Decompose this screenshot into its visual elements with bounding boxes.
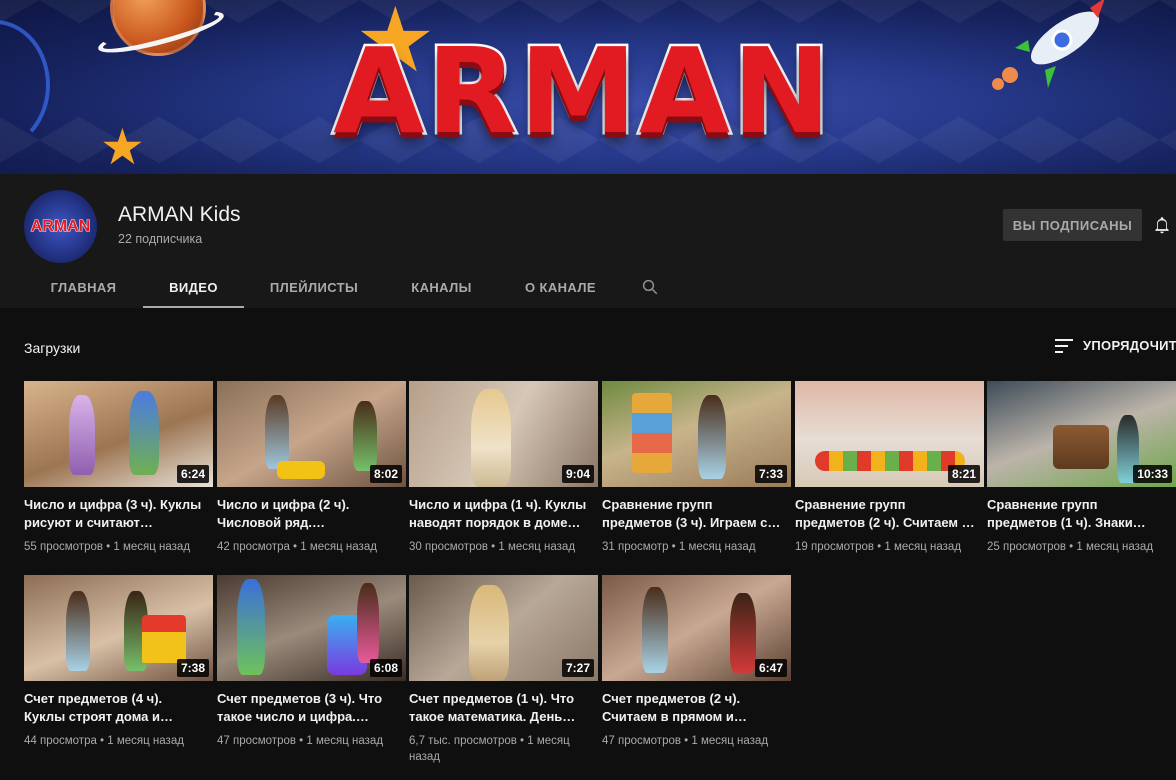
- video-thumbnail[interactable]: 7:33: [602, 381, 791, 487]
- video-meta: 42 просмотра • 1 месяц назад: [217, 541, 377, 553]
- video-duration: 6:24: [176, 465, 209, 483]
- tab-home[interactable]: ГЛАВНАЯ: [24, 266, 143, 308]
- video-card[interactable]: 7:38 Счет предметов (4 ч). Куклы строят …: [24, 575, 213, 749]
- bell-icon[interactable]: [1152, 214, 1172, 236]
- video-title[interactable]: Число и цифра (2 ч). Числовой ряд.…: [217, 496, 399, 532]
- video-title[interactable]: Счет предметов (2 ч). Считаем в прямом и…: [602, 690, 784, 726]
- video-card[interactable]: 6:08 Счет предметов (3 ч). Что такое чис…: [217, 575, 406, 749]
- video-title[interactable]: Счет предметов (4 ч). Куклы строят дома …: [24, 690, 206, 726]
- star-icon: ★: [100, 119, 145, 174]
- rocket-icon: [992, 0, 1105, 90]
- channel-header: ARMAN ARMAN Kids 22 подписчика ВЫ ПОДПИС…: [0, 174, 1176, 308]
- tab-videos[interactable]: ВИДЕО: [143, 266, 244, 308]
- tab-playlists[interactable]: ПЛЕЙЛИСТЫ: [244, 266, 384, 308]
- video-meta: 55 просмотров • 1 месяц назад: [24, 541, 191, 553]
- subscriber-count: 22 подписчика: [118, 232, 203, 246]
- avatar-text: ARMAN: [30, 217, 91, 235]
- video-duration: 9:04: [561, 465, 594, 483]
- video-card[interactable]: 9:04 Число и цифра (1 ч). Куклы наводят …: [409, 381, 598, 555]
- video-duration: 10:33: [1133, 465, 1172, 483]
- video-title[interactable]: Сравнение групп предметов (2 ч). Считаем…: [795, 496, 977, 532]
- video-thumbnail[interactable]: 10:33: [987, 381, 1176, 487]
- channel-banner: ★ ★ ARMAN: [0, 0, 1176, 174]
- video-title[interactable]: Счет предметов (1 ч). Что такое математи…: [409, 690, 591, 726]
- channel-search-button[interactable]: [622, 266, 678, 308]
- video-meta: 31 просмотр • 1 месяц назад: [602, 541, 756, 553]
- tab-about[interactable]: О КАНАЛЕ: [499, 266, 622, 308]
- video-duration: 6:47: [754, 659, 787, 677]
- video-card[interactable]: 10:33 Сравнение групп предметов (1 ч). З…: [987, 381, 1176, 555]
- search-icon: [642, 279, 658, 295]
- sort-icon: [1055, 338, 1073, 353]
- video-meta: 25 просмотров • 1 месяц назад: [987, 541, 1154, 553]
- tab-channels[interactable]: КАНАЛЫ: [384, 266, 499, 308]
- uploads-title: Загрузки: [24, 340, 81, 356]
- video-card[interactable]: 7:27 Счет предметов (1 ч). Что такое мат…: [409, 575, 598, 765]
- banner-title: ARMAN: [331, 22, 834, 160]
- video-meta: 30 просмотров • 1 месяц назад: [409, 541, 576, 553]
- channel-tabs: ГЛАВНАЯ ВИДЕО ПЛЕЙЛИСТЫ КАНАЛЫ О КАНАЛЕ: [24, 266, 678, 308]
- sort-button[interactable]: УПОРЯДОЧИТЬ: [1055, 338, 1176, 353]
- video-thumbnail[interactable]: 9:04: [409, 381, 598, 487]
- video-meta: 6,7 тыс. просмотров • 1 месяц назад: [409, 735, 570, 763]
- video-meta: 44 просмотра • 1 месяц назад: [24, 735, 184, 747]
- video-card[interactable]: 6:47 Счет предметов (2 ч). Считаем в пря…: [602, 575, 791, 749]
- video-thumbnail[interactable]: 6:08: [217, 575, 406, 681]
- video-duration: 7:33: [754, 465, 787, 483]
- video-card[interactable]: 6:24 Число и цифра (3 ч). Куклы рисуют и…: [24, 381, 213, 555]
- video-title[interactable]: Число и цифра (1 ч). Куклы наводят поряд…: [409, 496, 591, 532]
- video-thumbnail[interactable]: 7:38: [24, 575, 213, 681]
- video-card[interactable]: 8:21 Сравнение групп предметов (2 ч). Сч…: [795, 381, 984, 555]
- video-duration: 7:27: [561, 659, 594, 677]
- video-duration: 7:38: [176, 659, 209, 677]
- video-thumbnail[interactable]: 8:21: [795, 381, 984, 487]
- video-card[interactable]: 8:02 Число и цифра (2 ч). Числовой ряд.……: [217, 381, 406, 555]
- video-duration: 8:02: [369, 465, 402, 483]
- video-title[interactable]: Сравнение групп предметов (3 ч). Играем …: [602, 496, 784, 532]
- video-thumbnail[interactable]: 6:24: [24, 381, 213, 487]
- video-meta: 47 просмотров • 1 месяц назад: [217, 735, 384, 747]
- video-duration: 8:21: [947, 465, 980, 483]
- video-title[interactable]: Сравнение групп предметов (1 ч). Знаки…: [987, 496, 1169, 532]
- channel-avatar[interactable]: ARMAN: [24, 190, 97, 263]
- subscribed-button[interactable]: ВЫ ПОДПИСАНЫ: [1003, 209, 1142, 241]
- video-thumbnail[interactable]: 7:27: [409, 575, 598, 681]
- video-thumbnail[interactable]: 6:47: [602, 575, 791, 681]
- sort-label: УПОРЯДОЧИТЬ: [1083, 338, 1176, 353]
- video-meta: 47 просмотров • 1 месяц назад: [602, 735, 769, 747]
- video-title[interactable]: Счет предметов (3 ч). Что такое число и …: [217, 690, 399, 726]
- video-thumbnail[interactable]: 8:02: [217, 381, 406, 487]
- video-title[interactable]: Число и цифра (3 ч). Куклы рисуют и счит…: [24, 496, 206, 532]
- video-meta: 19 просмотров • 1 месяц назад: [795, 541, 962, 553]
- channel-name: ARMAN Kids: [118, 203, 241, 226]
- video-duration: 6:08: [369, 659, 402, 677]
- video-card[interactable]: 7:33 Сравнение групп предметов (3 ч). Иг…: [602, 381, 791, 555]
